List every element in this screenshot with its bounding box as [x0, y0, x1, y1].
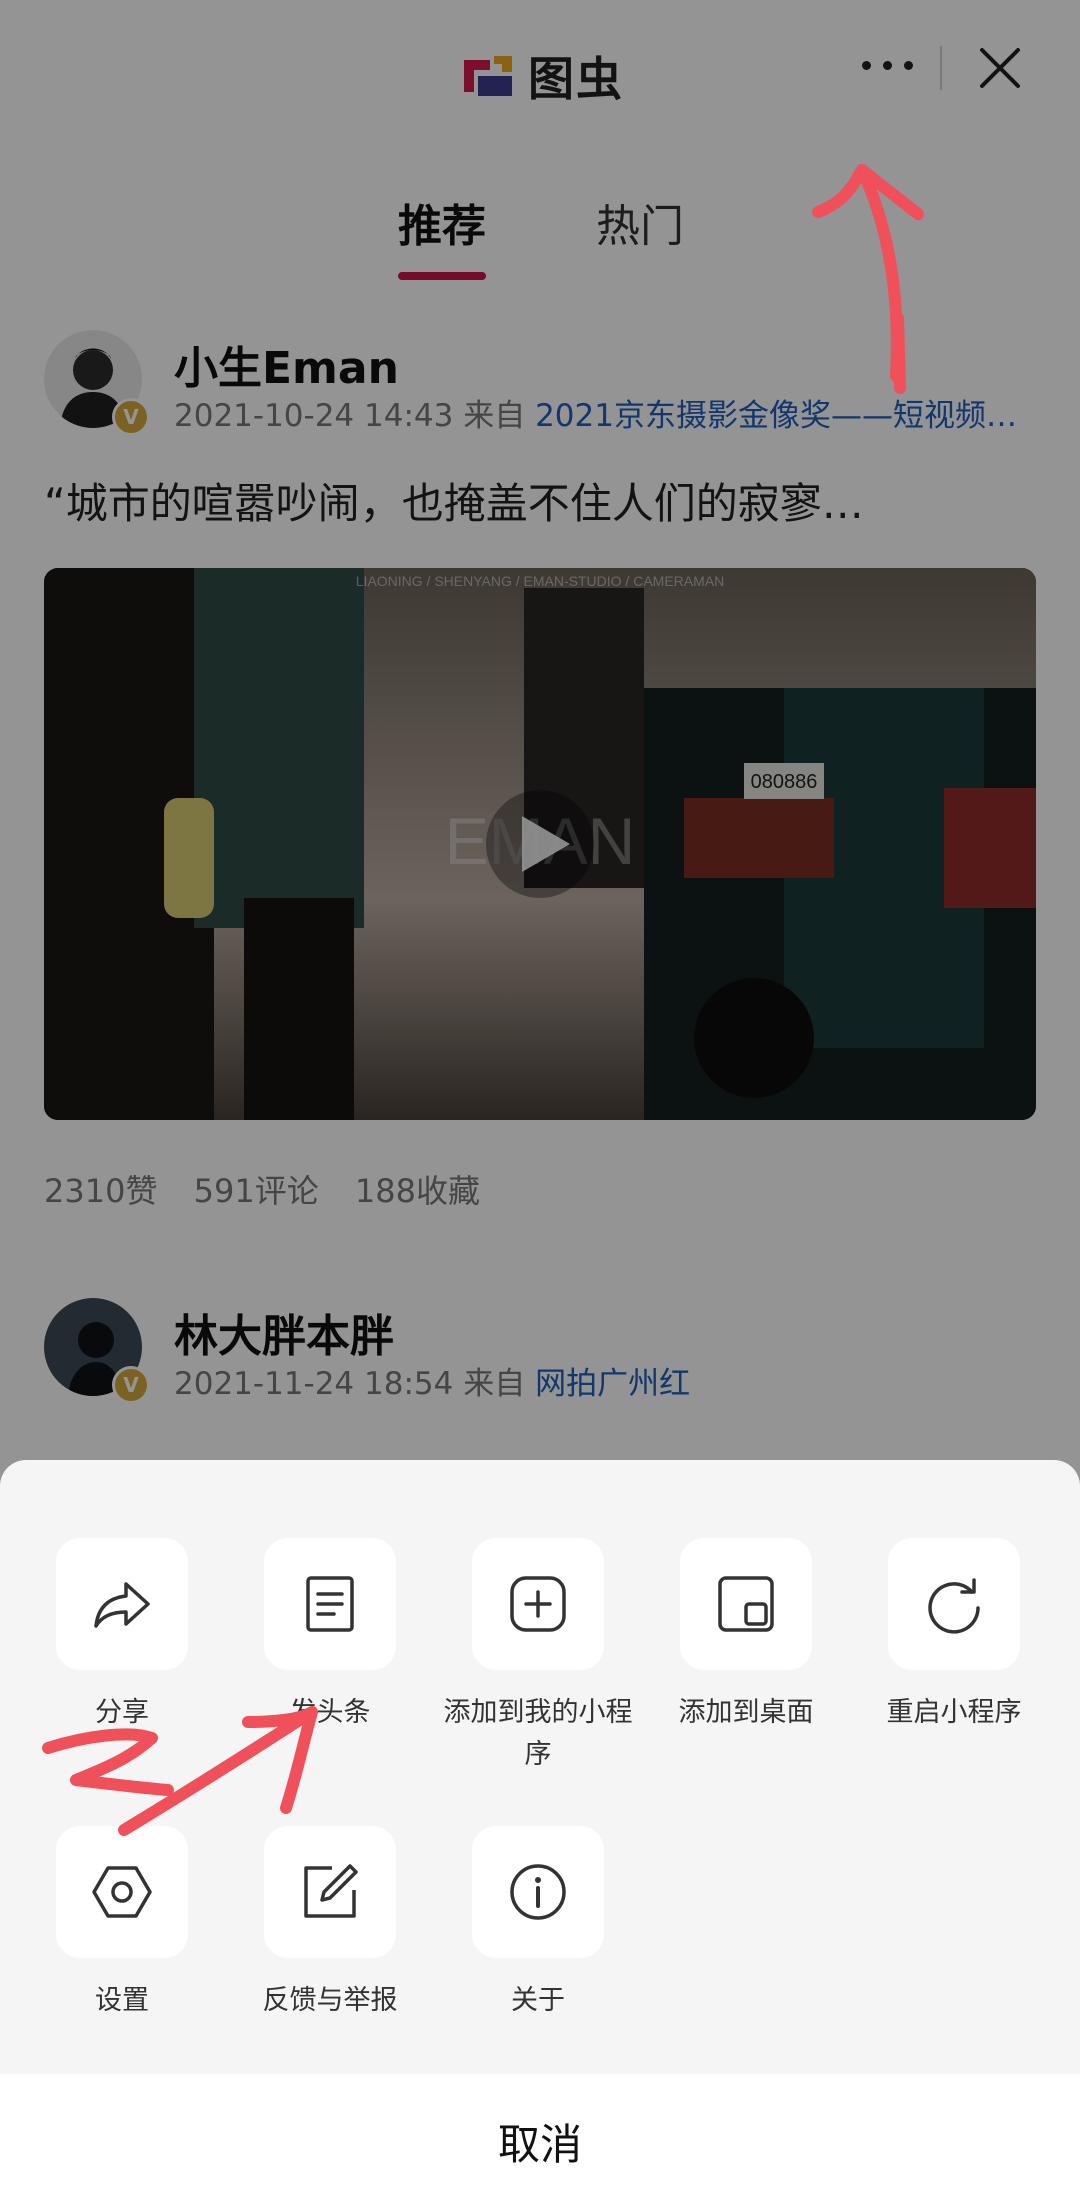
about-option[interactable]: 关于 [434, 1826, 642, 2022]
about-label: 关于 [511, 1985, 565, 2016]
add-to-desktop-tile[interactable] [680, 1538, 812, 1670]
settings-label: 设置 [95, 1985, 149, 2016]
add-square-icon [510, 1576, 566, 1632]
post-headline-option[interactable]: 发头条 [226, 1538, 434, 1734]
info-icon [510, 1864, 566, 1920]
share-label: 分享 [95, 1697, 149, 1728]
article-icon [306, 1576, 354, 1632]
action-sheet: 分享 发头条 添加到我的小程序 添加到桌面 重启小程序 设置 反馈与举报 关于 … [0, 1460, 1080, 2208]
restart-miniprogram-label: 重启小程序 [886, 1697, 1022, 1728]
restart-miniprogram-tile[interactable] [888, 1538, 1020, 1670]
add-desktop-icon [718, 1576, 774, 1632]
feedback-report-tile[interactable] [264, 1826, 396, 1958]
share-icon [94, 1582, 150, 1628]
post-headline-label: 发头条 [289, 1697, 371, 1728]
cancel-button[interactable]: 取消 [0, 2074, 1080, 2208]
feedback-report-option[interactable]: 反馈与举报 [226, 1826, 434, 2022]
restart-miniprogram-option[interactable]: 重启小程序 [850, 1538, 1058, 1734]
feedback-edit-icon [304, 1864, 358, 1918]
settings-option[interactable]: 设置 [18, 1826, 226, 2022]
restart-icon [928, 1578, 980, 1634]
settings-hex-icon [92, 1866, 152, 1918]
add-to-desktop-option[interactable]: 添加到桌面 [642, 1538, 850, 1734]
add-to-my-miniprogram-label: 添加到我的小程序 [443, 1697, 633, 1770]
about-tile[interactable] [472, 1826, 604, 1958]
share-option[interactable]: 分享 [18, 1538, 226, 1734]
feedback-report-label: 反馈与举报 [262, 1985, 398, 2016]
tuchong-mini-program-page: 图虫 推荐 热门 V 小生Eman 2021-10-24 14:43 来自 20… [0, 0, 1080, 2208]
add-to-my-miniprogram-tile[interactable] [472, 1538, 604, 1670]
share-tile[interactable] [56, 1538, 188, 1670]
settings-tile[interactable] [56, 1826, 188, 1958]
add-to-my-miniprogram-option[interactable]: 添加到我的小程序 [434, 1538, 642, 1776]
add-to-desktop-label: 添加到桌面 [678, 1697, 814, 1728]
post-headline-tile[interactable] [264, 1538, 396, 1670]
